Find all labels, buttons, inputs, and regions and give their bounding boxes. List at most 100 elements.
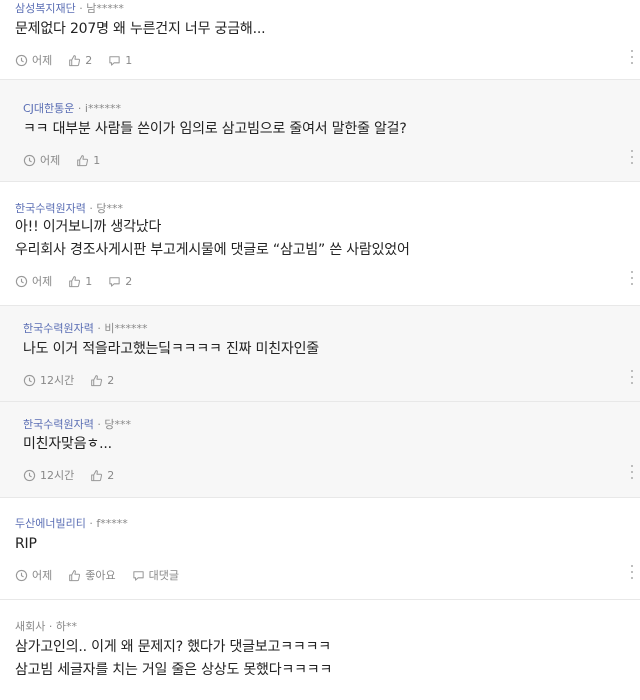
comment-line: 문제없다 207명 왜 누른건지 너무 궁금해... xyxy=(15,21,266,37)
reply-button[interactable]: 2 xyxy=(108,275,132,288)
time-stamp: 어제 xyxy=(15,273,52,289)
comment-actions: 어제 1 2 xyxy=(15,273,148,289)
time-text: 12시간 xyxy=(40,374,75,387)
thumbs-up-icon xyxy=(69,275,81,287)
like-button[interactable]: 2 xyxy=(68,54,92,67)
reply-count: 1 xyxy=(125,53,133,67)
company-name[interactable]: 두산에너빌리티 xyxy=(15,517,86,530)
like-count: 1 xyxy=(85,274,93,288)
like-button[interactable]: 좋아요 xyxy=(68,567,116,583)
user-name: 남***** xyxy=(86,2,124,15)
time-text: 12시간 xyxy=(40,469,75,482)
clock-icon xyxy=(15,275,28,287)
thumbs-up-icon xyxy=(69,54,81,66)
comment-text: 삼가고인의.. 이게 왜 문제지? 했다가 댓글보고ㅋㅋㅋㅋ 삼고빔 세글자를 … xyxy=(15,636,332,682)
like-label: 좋아요 xyxy=(85,569,116,582)
comment-line: RIP xyxy=(15,536,37,552)
user-name: 당*** xyxy=(104,418,131,431)
company-name[interactable]: 삼성복지재단 xyxy=(15,2,76,15)
like-button[interactable]: 2 xyxy=(90,374,114,387)
comment-text: ㅋㅋ 대부분 사람들 쓴이가 임의로 삼고빔으로 줄여서 말한줄 알걸? xyxy=(23,118,407,141)
comment-meta: 한국수력원자력 · 당*** xyxy=(23,416,131,432)
like-count: 1 xyxy=(93,153,101,167)
company-name[interactable]: 한국수력원자력 xyxy=(23,418,94,431)
company-name[interactable]: 한국수력원자력 xyxy=(23,322,94,335)
meta-separator: · xyxy=(85,517,97,530)
more-options-icon[interactable] xyxy=(630,465,634,479)
meta-separator: · xyxy=(75,2,87,15)
comment-meta: 두산에너빌리티 · f***** xyxy=(15,515,128,531)
speech-bubble-icon xyxy=(109,55,120,66)
thumbs-up-icon xyxy=(69,569,81,581)
reply-item: 한국수력원자력 · 비****** 나도 이거 적을라고했는딬ㅋㅋㅋㅋ 진짜 미… xyxy=(0,306,640,402)
comment-text: 문제없다 207명 왜 누른건지 너무 궁금해... xyxy=(15,18,266,41)
reply-count: 2 xyxy=(125,274,133,288)
comment-item: 두산에너빌리티 · f***** RIP 어제 좋아요 대댓글 xyxy=(0,498,640,600)
time-text: 어제 xyxy=(40,154,61,167)
comment-actions: 어제 2 1 xyxy=(15,52,148,68)
more-options-icon[interactable] xyxy=(630,50,634,64)
user-name: 당*** xyxy=(96,202,123,215)
meta-separator: · xyxy=(74,102,85,115)
comment-item: 삼성복지재단 · 남***** 문제없다 207명 왜 누른건지 너무 궁금해.… xyxy=(0,0,640,80)
user-name: 비****** xyxy=(104,322,148,335)
user-name: 하** xyxy=(55,620,77,633)
comment-meta: 한국수력원자력 · 비****** xyxy=(23,320,147,336)
comment-meta: CJ대한통운 · i****** xyxy=(23,100,121,116)
reply-button[interactable]: 대댓글 xyxy=(132,567,179,583)
time-stamp: 어제 xyxy=(15,567,52,583)
like-button[interactable]: 1 xyxy=(76,154,100,167)
more-options-icon[interactable] xyxy=(630,370,634,384)
comment-actions: 12시간 2 xyxy=(23,467,130,483)
like-count: 2 xyxy=(85,53,93,67)
comment-actions: 어제 1 xyxy=(23,152,116,168)
user-name: f***** xyxy=(96,517,128,530)
comment-text: 미친자맞음ㅎ... xyxy=(23,433,112,456)
time-text: 어제 xyxy=(32,275,53,288)
company-name[interactable]: CJ대한통운 xyxy=(23,102,74,115)
comment-meta: 한국수력원자력 · 당*** xyxy=(15,200,123,216)
comment-item: 한국수력원자력 · 당*** 아!! 이거보니까 생각났다 우리회사 경조사게시… xyxy=(0,182,640,306)
meta-separator: · xyxy=(93,418,105,431)
meta-separator: · xyxy=(85,202,97,215)
like-button[interactable]: 2 xyxy=(90,469,114,482)
more-options-icon[interactable] xyxy=(630,271,634,285)
thumbs-up-icon xyxy=(77,154,89,166)
comment-text: RIP xyxy=(15,533,37,556)
comment-item: 새회사 · 하** 삼가고인의.. 이게 왜 문제지? 했다가 댓글보고ㅋㅋㅋㅋ… xyxy=(0,600,640,700)
company-name[interactable]: 새회사 xyxy=(15,620,45,633)
time-stamp: 12시간 xyxy=(23,467,74,483)
like-count: 2 xyxy=(107,468,115,482)
time-stamp: 12시간 xyxy=(23,372,74,388)
clock-icon xyxy=(23,469,36,481)
clock-icon xyxy=(15,569,28,581)
comment-line: 삼가고인의.. 이게 왜 문제지? 했다가 댓글보고ㅋㅋㅋㅋ xyxy=(15,639,331,655)
thumbs-up-icon xyxy=(91,374,103,386)
meta-separator: · xyxy=(93,322,105,335)
comment-actions: 어제 좋아요 대댓글 xyxy=(15,567,195,583)
company-name[interactable]: 한국수력원자력 xyxy=(15,202,86,215)
clock-icon xyxy=(23,374,36,386)
comment-text: 나도 이거 적을라고했는딬ㅋㅋㅋㅋ 진짜 미친자인줄 xyxy=(23,338,319,361)
speech-bubble-icon xyxy=(109,276,120,287)
clock-icon xyxy=(23,154,36,166)
reply-button[interactable]: 1 xyxy=(108,54,132,67)
comment-line: 미친자맞음ㅎ... xyxy=(23,436,112,452)
reply-label: 대댓글 xyxy=(148,569,179,582)
reply-item: 한국수력원자력 · 당*** 미친자맞음ㅎ... 12시간 2 xyxy=(0,402,640,498)
comment-line: ㅋㅋ 대부분 사람들 쓴이가 임의로 삼고빔으로 줄여서 말한줄 알걸? xyxy=(23,121,407,137)
more-options-icon[interactable] xyxy=(630,150,634,164)
clock-icon xyxy=(15,54,28,66)
speech-bubble-icon xyxy=(132,570,144,581)
comment-meta: 새회사 · 하** xyxy=(15,618,77,634)
meta-separator: · xyxy=(45,620,56,633)
time-stamp: 어제 xyxy=(23,152,60,168)
like-count: 2 xyxy=(107,373,115,387)
like-button[interactable]: 1 xyxy=(68,275,92,288)
comment-text: 아!! 이거보니까 생각났다 우리회사 경조사게시판 부고게시물에 댓글로 “삼… xyxy=(15,216,410,262)
time-text: 어제 xyxy=(32,54,53,67)
more-options-icon[interactable] xyxy=(630,565,634,579)
thumbs-up-icon xyxy=(91,469,103,481)
comment-line: 삼고빔 세글자를 치는 거일 줄은 상상도 못했다ㅋㅋㅋㅋ xyxy=(15,662,333,678)
comment-line: 우리회사 경조사게시판 부고게시물에 댓글로 “삼고빔” 쓴 사람있었어 xyxy=(15,242,410,258)
